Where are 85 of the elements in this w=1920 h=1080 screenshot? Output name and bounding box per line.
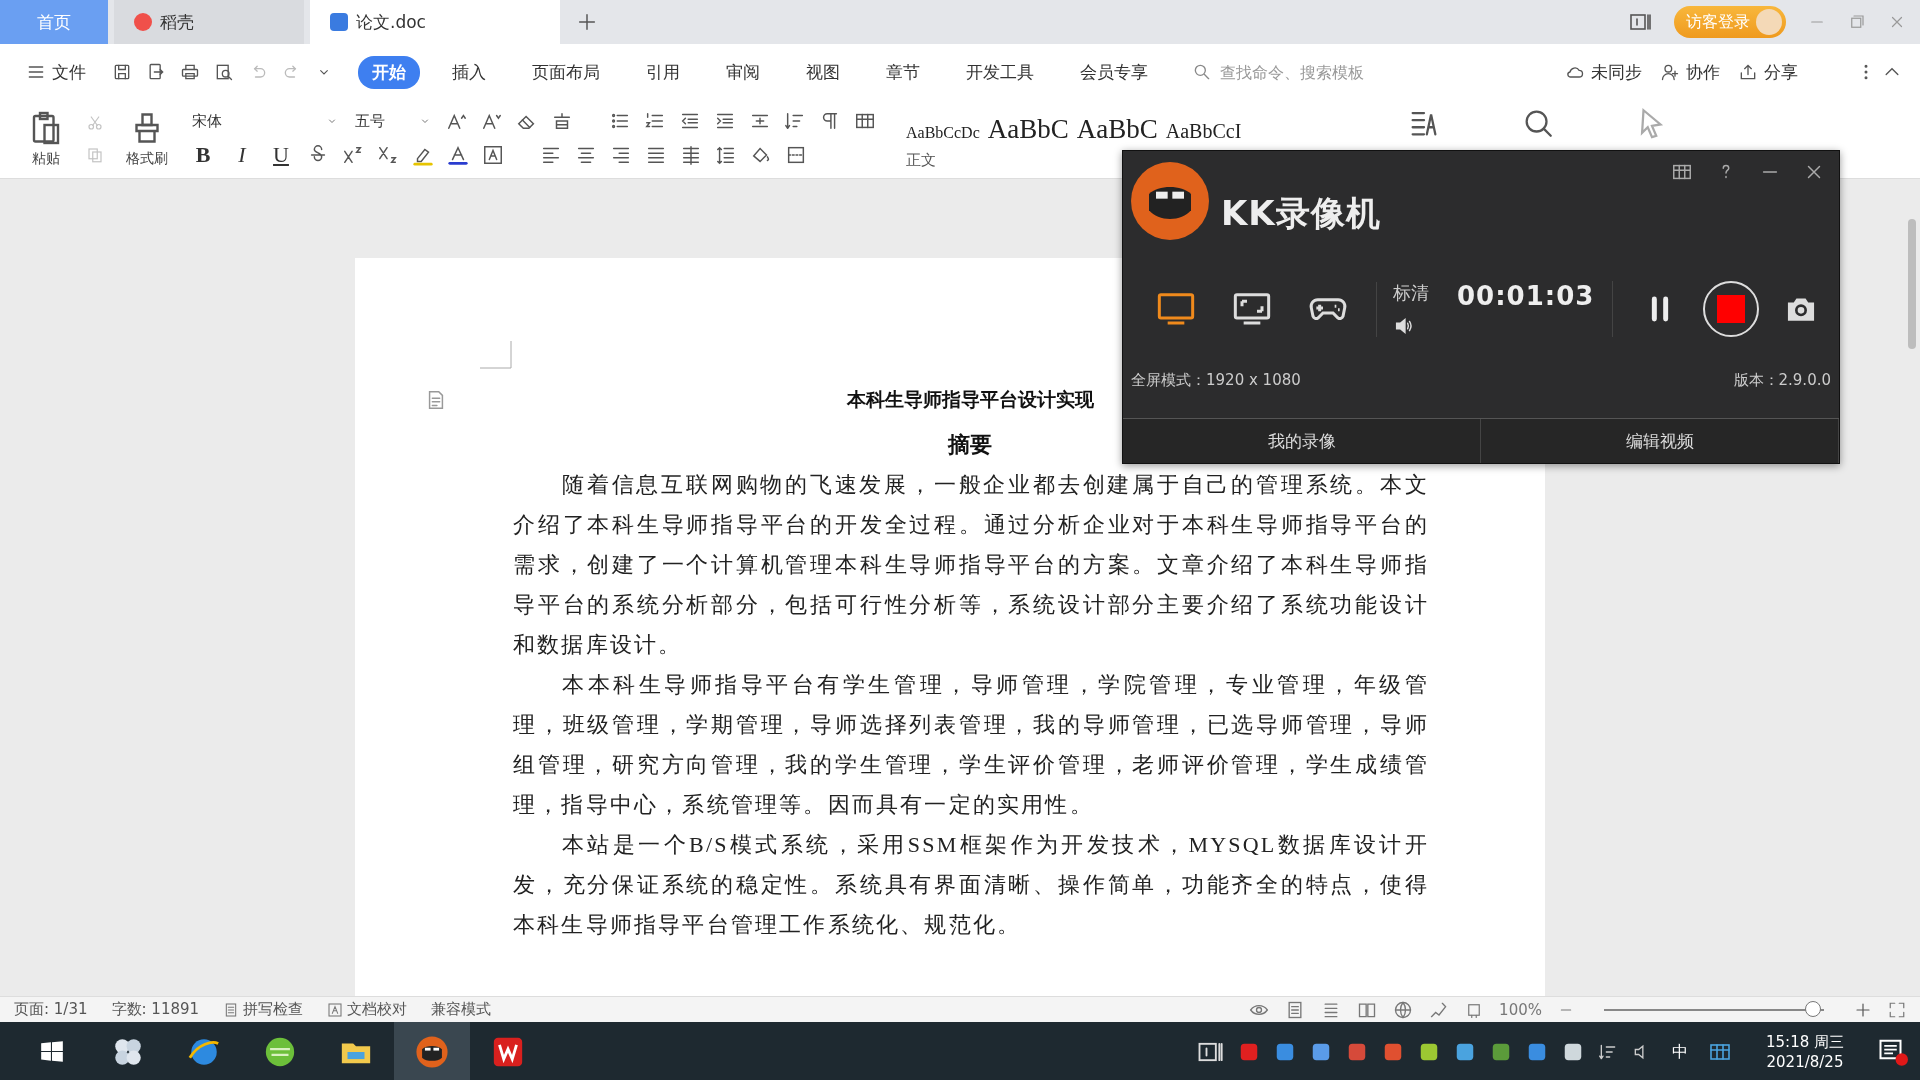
mascot-icon xyxy=(415,1035,449,1069)
body-paragraph: 本站是一个B/S模式系统，采用SSM框架作为开发技术，MYSQL数据库设计开发，充分保证系统的稳定性。系统具有界面清晰、操作简单，功能齐全的特点，使得本科生导师指导平台管理工作系统化、规范化。 xyxy=(513,831,1429,939)
document-tab[interactable]: 论文.doc xyxy=(310,0,560,44)
text-style-button[interactable]: B xyxy=(190,142,216,168)
add-person-icon xyxy=(1660,62,1680,82)
tray-icon[interactable] xyxy=(1562,1041,1584,1063)
proofread-icon xyxy=(327,1001,344,1018)
paste-button[interactable]: 粘贴 xyxy=(22,110,70,168)
toolbar-action[interactable]: 分享 xyxy=(1732,56,1804,88)
share-icon xyxy=(1738,62,1758,82)
character-border-icon[interactable] xyxy=(482,144,504,166)
margin-corner-mark xyxy=(480,341,512,369)
ribbon-tab[interactable]: 页面布局 xyxy=(518,55,614,89)
recorder-action-button[interactable]: 我的录像 xyxy=(1123,419,1481,463)
toolbar-action[interactable]: 协作 xyxy=(1654,56,1726,88)
text-style-button[interactable]: I xyxy=(229,142,255,168)
save-icon[interactable] xyxy=(112,62,132,82)
body-paragraph: 随着信息互联网购物的飞速发展，一般企业都去创建属于自己的管理系统。本文介绍了本科生导师指导平台的开发全过程。通过分析企业对于本科生导师指导平台的需求，创建了一个计算机管理本科生导师指导平台的方案。文章介绍了本科生导师指导平台的系统分析部分，包括可行性分析等，系统设计部分主要介绍了系统功能设计和数据库设计。 xyxy=(513,471,1429,659)
phonetic-guide-icon[interactable] xyxy=(551,110,573,132)
ribbon-tab[interactable]: 视图 xyxy=(792,55,854,89)
ribbon-tab[interactable]: 章节 xyxy=(872,55,934,89)
tray-icon[interactable] xyxy=(1454,1041,1476,1063)
web-view-icon[interactable] xyxy=(1393,999,1414,1020)
notification-icon[interactable] xyxy=(1878,1037,1908,1067)
sort-icon[interactable] xyxy=(784,110,806,132)
speaker-icon[interactable] xyxy=(1393,315,1415,337)
version-label: 版本：2.9.0.0 xyxy=(1733,371,1831,390)
file-menu[interactable]: 文件 xyxy=(20,56,92,88)
search-icon xyxy=(1192,62,1212,82)
status-button[interactable]: 文档校对 xyxy=(327,1000,408,1019)
toolbar-action[interactable]: 未同步 xyxy=(1559,56,1648,88)
text-style-button[interactable]: U xyxy=(268,142,294,168)
ribbon-tab[interactable]: 审阅 xyxy=(712,55,774,89)
start-icon xyxy=(39,1039,65,1065)
app-title: KK录像机 xyxy=(1221,192,1381,235)
ribbon-tab[interactable]: 会员专享 xyxy=(1066,55,1162,89)
style-preset[interactable]: AaBbCcI xyxy=(1165,120,1242,143)
command-search-field[interactable]: 查找命令、搜索模板 xyxy=(1192,61,1402,83)
status-button[interactable]: 拼写检查 xyxy=(223,1000,304,1019)
ball-icon xyxy=(263,1035,297,1069)
recorder-action-button[interactable]: 编辑视频 xyxy=(1481,419,1839,463)
scrollbar-thumb[interactable] xyxy=(1908,219,1916,349)
style-preset[interactable]: AaBbC xyxy=(987,114,1069,145)
print-icon[interactable] xyxy=(180,62,200,82)
quality-selector[interactable]: 标清 xyxy=(1393,281,1429,305)
input-method-indicator[interactable]: 中 xyxy=(1666,1040,1694,1064)
style-preset[interactable]: AaBbCcDc xyxy=(906,124,980,142)
superscript-icon[interactable] xyxy=(342,144,364,166)
line-spacing-icon[interactable] xyxy=(715,144,737,166)
tray-icon[interactable] xyxy=(1274,1041,1296,1063)
tray-icon[interactable] xyxy=(1490,1041,1512,1063)
style-preset[interactable]: AaBbC xyxy=(1076,114,1158,145)
format-painter-button[interactable]: 格式刷 xyxy=(120,110,174,168)
zoom-slider-thumb[interactable] xyxy=(1805,1001,1821,1017)
document-tab[interactable]: 稻壳 xyxy=(114,0,304,44)
fullscreen-icon[interactable] xyxy=(1888,1000,1906,1019)
new-tab-icon[interactable] xyxy=(576,11,598,33)
body-paragraph: 本本科生导师指导平台有学生管理，导师管理，学院管理，专业管理，年级管理，班级管理，学期管理，导师选择列表管理，我的导师管理，已选导师管理，导师组管理，研究方向管理，我的学生管理，学生评价管理，老师评价管理，学生成绩管理，指导中心，系统管理等。因而具有一定的实用性。 xyxy=(513,671,1429,819)
subscript-icon[interactable] xyxy=(377,144,399,166)
tray-icon[interactable] xyxy=(1526,1041,1548,1063)
status-button[interactable]: 兼容模式 xyxy=(431,1000,492,1019)
stop-button[interactable] xyxy=(1703,281,1759,337)
tray-icon[interactable] xyxy=(1418,1041,1440,1063)
zoom-slider[interactable] xyxy=(1604,1001,1824,1018)
section-heading: 摘要 xyxy=(948,431,992,459)
print-preview-icon[interactable] xyxy=(214,62,234,82)
taskbar-clock[interactable]: 15:18 周三 2021/8/25 xyxy=(1760,1031,1850,1073)
font-dropdown[interactable]: 宋体 xyxy=(190,111,340,131)
word-count: 字数: 11891 xyxy=(111,1000,200,1019)
ribbon-tab[interactable]: 插入 xyxy=(438,55,500,89)
document-title: 本科生导师指导平台设计实现 xyxy=(846,388,1094,412)
ribbon-tab[interactable]: 开发工具 xyxy=(952,55,1048,89)
border-icon[interactable] xyxy=(785,144,807,166)
distributed-align-icon[interactable] xyxy=(680,144,702,166)
recording-timer: 00:01:03 xyxy=(1457,281,1595,311)
ribbon-tab[interactable]: 引用 xyxy=(632,55,694,89)
style-label[interactable]: 正文 xyxy=(906,151,936,170)
tray-icon[interactable] xyxy=(1310,1041,1332,1063)
ribbon-tab[interactable]: 开始 xyxy=(358,55,420,89)
font-color-icon[interactable] xyxy=(447,144,469,166)
document-app-icon xyxy=(491,1035,525,1069)
font-size-dropdown[interactable]: 五号 xyxy=(353,111,433,131)
capture-mode-info: 全屏模式：1920 x 1080 xyxy=(1131,371,1301,390)
page-count: 页面: 1/31 xyxy=(14,1000,88,1019)
zoom-level: 100% xyxy=(1499,1000,1542,1019)
